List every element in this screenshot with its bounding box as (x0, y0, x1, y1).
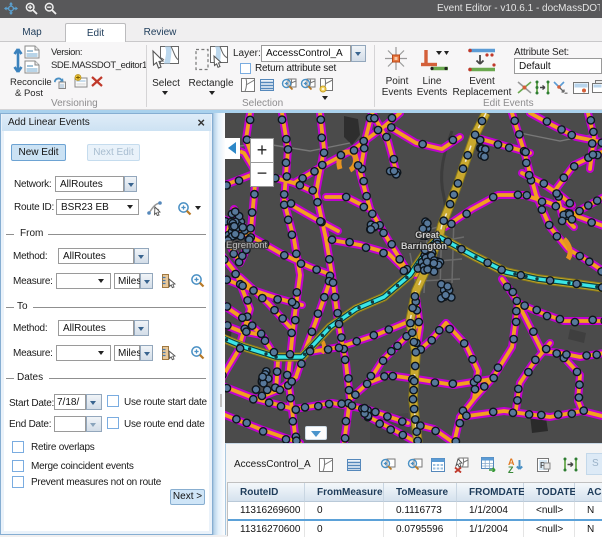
svg-text:Egremont: Egremont (226, 240, 268, 251)
svg-text:Great: Great (415, 230, 439, 240)
svg-text:Barrington: Barrington (401, 241, 447, 251)
svg-text:Z: Z (508, 465, 514, 473)
